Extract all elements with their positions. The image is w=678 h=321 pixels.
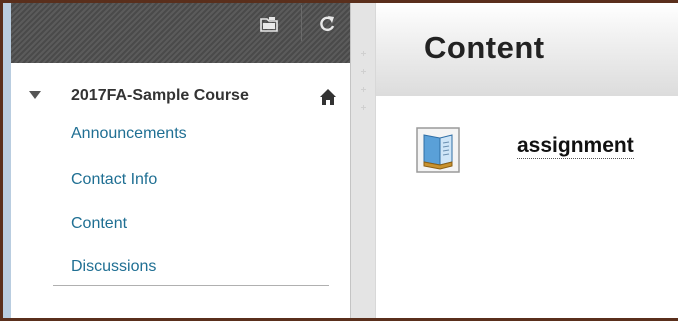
assignment-link[interactable]: assignment: [517, 134, 634, 159]
splitter-grip: [361, 51, 366, 56]
folder-icon: [260, 17, 278, 32]
page-title: Content: [424, 30, 545, 65]
folder-button[interactable]: [256, 11, 282, 37]
course-header: 2017FA-Sample Course: [11, 81, 350, 111]
menu-divider: [53, 285, 329, 286]
assignment-icon: [416, 127, 460, 173]
splitter-grip: [361, 105, 366, 110]
sidebar-toolbar: [11, 3, 350, 63]
splitter-grip: [361, 69, 366, 74]
left-border: [3, 3, 11, 318]
course-title: 2017FA-Sample Course: [71, 87, 249, 104]
page-header: Content: [376, 3, 678, 96]
splitter-grip: [361, 87, 366, 92]
refresh-icon: [320, 16, 335, 32]
sidebar-resize-handle[interactable]: [350, 3, 376, 318]
course-menu-sidebar: 2017FA-Sample Course Announcements Conta…: [11, 3, 350, 318]
content-area: Content assignment: [376, 3, 678, 318]
menu-item-contact-info[interactable]: Contact Info: [71, 171, 157, 189]
app-frame: 2017FA-Sample Course Announcements Conta…: [3, 3, 678, 318]
refresh-button[interactable]: [314, 11, 340, 37]
menu-item-content[interactable]: Content: [71, 215, 127, 233]
collapse-triangle-icon[interactable]: [29, 90, 41, 100]
menu-item-announcements[interactable]: Announcements: [71, 125, 187, 143]
home-icon[interactable]: [319, 88, 337, 106]
toolbar-divider: [301, 5, 302, 41]
menu-item-discussions[interactable]: Discussions: [71, 258, 156, 276]
